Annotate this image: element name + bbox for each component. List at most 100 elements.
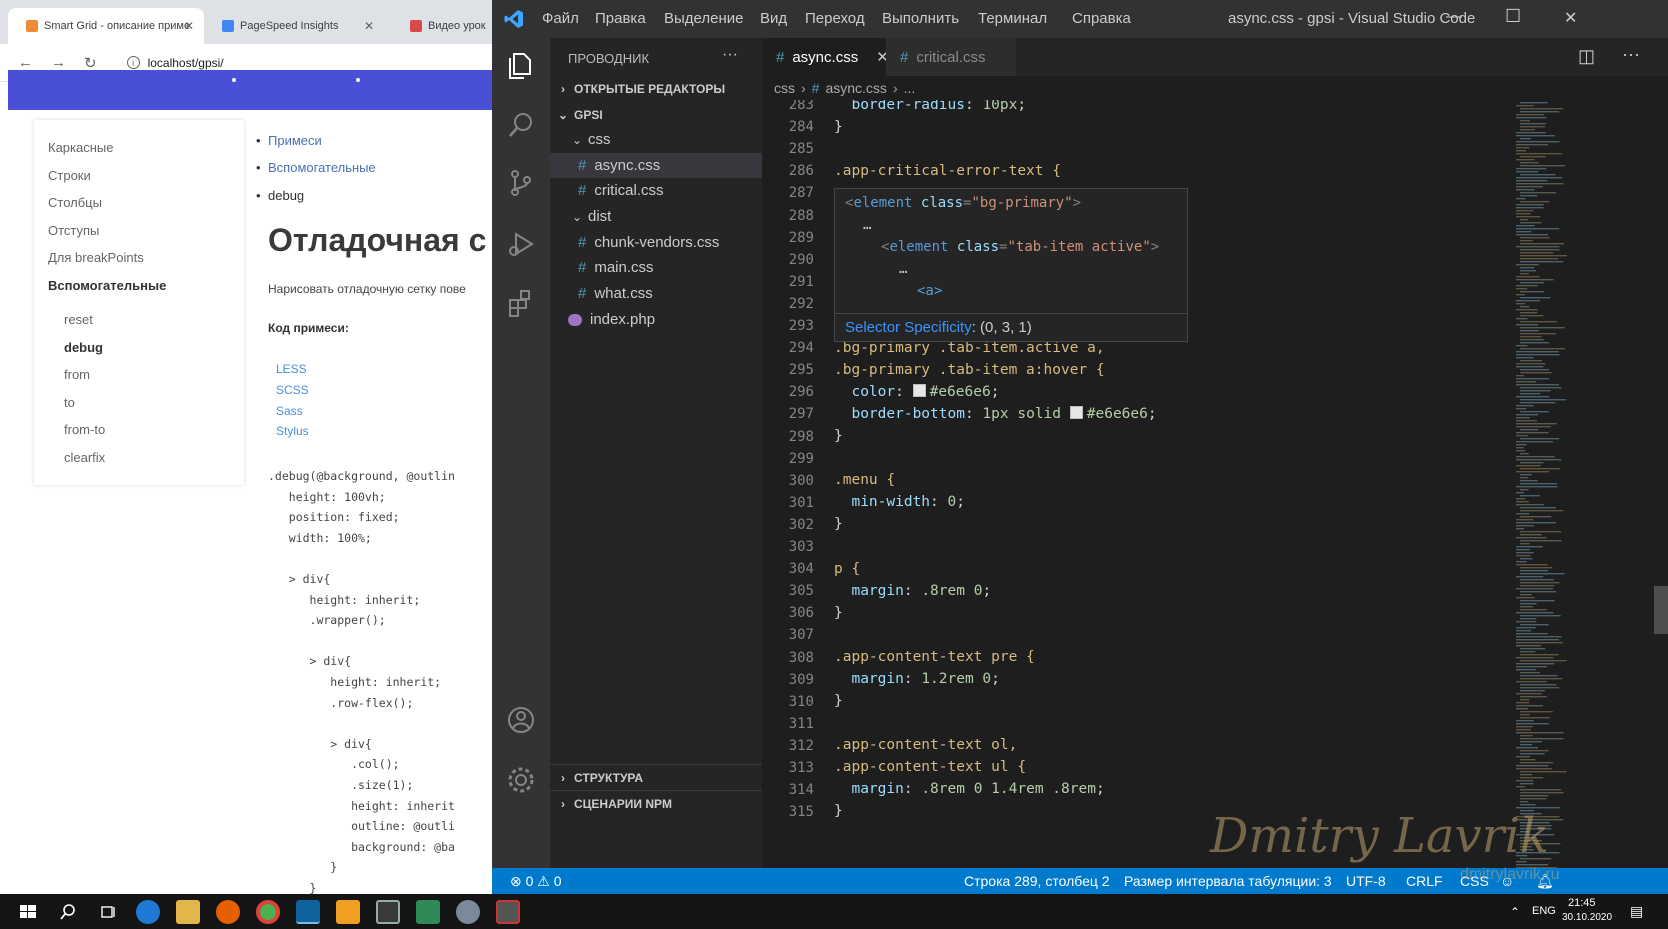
vscode-taskbar-icon[interactable]	[296, 900, 320, 924]
app-icon[interactable]	[456, 900, 480, 924]
windows-start-icon[interactable]	[16, 900, 40, 924]
line-number: 314	[788, 782, 814, 799]
file-explorer-icon[interactable]	[176, 900, 200, 924]
vertical-scrollbar[interactable]	[1654, 100, 1668, 868]
split-editor-icon[interactable]: ◫	[1578, 46, 1595, 67]
extensions-icon[interactable]	[504, 286, 538, 320]
file-index-php[interactable]: index.php	[550, 307, 762, 332]
menu-edit[interactable]: Правка	[595, 10, 646, 27]
file-async-css[interactable]: # async.css	[550, 153, 762, 178]
sidebar-item-frames[interactable]: Каркасные	[48, 140, 114, 155]
menu-selection[interactable]: Выделение	[664, 10, 743, 27]
action-center-icon[interactable]: ▤	[1630, 903, 1643, 920]
firefox-icon[interactable]	[216, 900, 240, 924]
color-swatch[interactable]	[1069, 406, 1083, 419]
browser-tab-pagespeed[interactable]: PageSpeed Insights ✕	[204, 8, 384, 44]
close-tab-icon[interactable]: ✕	[184, 19, 194, 33]
close-window-icon[interactable]: ✕	[1564, 8, 1577, 28]
code-line: .app-critical-error-text {	[834, 163, 1061, 179]
lang-tab-sass[interactable]: Sass	[276, 404, 303, 418]
tray-chevron-up-icon[interactable]: ⌃	[1510, 905, 1520, 919]
browser-tab-video[interactable]: Видео урок	[392, 8, 492, 44]
menu-run[interactable]: Выполнить	[882, 10, 959, 27]
npm-scripts-section[interactable]: › СЦЕНАРИИ NPM	[550, 790, 762, 816]
scrollbar-thumb[interactable]	[1654, 586, 1668, 634]
sidebar-item-helpers[interactable]: Вспомогательные	[48, 278, 166, 293]
sublime-text-icon[interactable]	[336, 900, 360, 924]
browser-tab-smartgrid[interactable]: Smart Grid - описание приме ✕	[8, 8, 204, 44]
edge-browser-icon[interactable]	[136, 900, 160, 924]
sidebar-subitem-from[interactable]: from	[64, 367, 90, 382]
problems-indicator[interactable]: ⊗ 0 ⚠ 0	[510, 873, 562, 890]
app-icon[interactable]	[496, 900, 520, 924]
breadcrumb-link-mixins[interactable]: Примеси	[256, 133, 322, 148]
notepad-icon[interactable]	[416, 900, 440, 924]
explorer-icon[interactable]	[504, 48, 538, 82]
app-icon[interactable]	[376, 900, 400, 924]
encoding-setting[interactable]: UTF-8	[1346, 873, 1386, 889]
file-main-css[interactable]: # main.css	[550, 255, 762, 280]
tab-critical-css[interactable]: # critical.css	[886, 38, 1016, 76]
sidebar-subitem-from-to[interactable]: from-to	[64, 422, 105, 437]
site-info-icon[interactable]: i	[126, 56, 140, 69]
menu-view[interactable]: Вид	[760, 10, 787, 27]
breadcrumb-folder[interactable]: css	[774, 80, 795, 96]
task-view-icon[interactable]	[96, 900, 120, 924]
search-icon[interactable]	[504, 108, 538, 142]
file-what-css[interactable]: # what.css	[550, 281, 762, 306]
more-actions-icon[interactable]: ···	[722, 46, 738, 64]
indentation-setting[interactable]: Размер интервала табуляции: 3	[1124, 873, 1332, 889]
tab-async-css[interactable]: # async.css ✕	[762, 38, 889, 76]
folder-css[interactable]: ⌄ css	[550, 127, 762, 152]
clock-time[interactable]: 21:45	[1568, 897, 1596, 909]
file-chunk-vendors-css[interactable]: # chunk-vendors.css	[550, 230, 762, 255]
file-critical-css[interactable]: # critical.css	[550, 178, 762, 203]
menu-help[interactable]: Справка	[1072, 10, 1131, 27]
clock-date[interactable]: 30.10.2020	[1562, 912, 1612, 923]
specificity-link[interactable]: Selector Specificity	[845, 319, 972, 336]
lang-tab-less[interactable]: LESS	[276, 362, 307, 376]
breadcrumb-symbol[interactable]: ...	[904, 80, 916, 96]
maximize-icon[interactable]: ☐	[1505, 6, 1521, 27]
lang-tab-stylus[interactable]: Stylus	[276, 424, 309, 438]
open-editors-section[interactable]: › ОТКРЫТЫЕ РЕДАКТОРЫ	[550, 76, 762, 101]
sidebar-subitem-to[interactable]: to	[64, 395, 75, 410]
chrome-icon[interactable]	[256, 900, 280, 924]
line-number: 313	[788, 760, 814, 776]
cursor-position[interactable]: Строка 289, столбец 2	[964, 873, 1110, 889]
address-bar[interactable]: i localhost/gpsi/	[126, 56, 224, 70]
code-editor[interactable]: 283 284 285 286 287 288 289 290 291 292 293 294 295 2…	[762, 100, 1668, 868]
search-icon[interactable]	[56, 900, 80, 924]
language-indicator[interactable]: ENG	[1532, 905, 1556, 917]
breadcrumb-file[interactable]: async.css	[825, 80, 886, 96]
outline-section[interactable]: › СТРУКТУРА	[550, 764, 762, 790]
sidebar-item-offsets[interactable]: Отступы	[48, 223, 99, 238]
breadcrumb-link-helpers[interactable]: Вспомогательные	[256, 160, 376, 175]
css-property: color	[851, 384, 896, 400]
menu-go[interactable]: Переход	[805, 10, 865, 27]
folder-dist[interactable]: ⌄ dist	[550, 204, 762, 229]
accounts-icon[interactable]	[504, 703, 538, 737]
minimap[interactable]	[1514, 100, 1622, 868]
sidebar-subitem-reset[interactable]: reset	[64, 312, 93, 327]
menu-terminal[interactable]: Терминал	[978, 10, 1047, 27]
sidebar-subitem-clearfix[interactable]: clearfix	[64, 450, 105, 465]
run-debug-icon[interactable]	[504, 226, 538, 260]
forward-arrow-icon[interactable]: →	[51, 54, 66, 71]
more-actions-icon[interactable]: ···	[1622, 44, 1640, 65]
sidebar-item-rows[interactable]: Строки	[48, 168, 91, 183]
settings-gear-icon[interactable]	[504, 763, 538, 797]
eol-setting[interactable]: CRLF	[1406, 873, 1443, 889]
menu-file[interactable]: Файл	[542, 10, 579, 27]
lang-tab-scss[interactable]: SCSS	[276, 383, 309, 397]
source-control-icon[interactable]	[504, 166, 538, 200]
sidebar-item-columns[interactable]: Столбцы	[48, 195, 102, 210]
color-swatch[interactable]	[912, 384, 926, 397]
sidebar-item-breakpoints[interactable]: Для breakPoints	[48, 250, 144, 265]
minimize-icon[interactable]: —	[1446, 8, 1462, 26]
sidebar-subitem-debug[interactable]: debug	[64, 340, 103, 355]
back-arrow-icon[interactable]: ←	[18, 54, 33, 71]
workspace-root-gpsi[interactable]: ⌄ GPSI	[550, 102, 762, 127]
close-tab-icon[interactable]: ✕	[364, 19, 374, 33]
reload-icon[interactable]: ↻	[84, 54, 97, 72]
